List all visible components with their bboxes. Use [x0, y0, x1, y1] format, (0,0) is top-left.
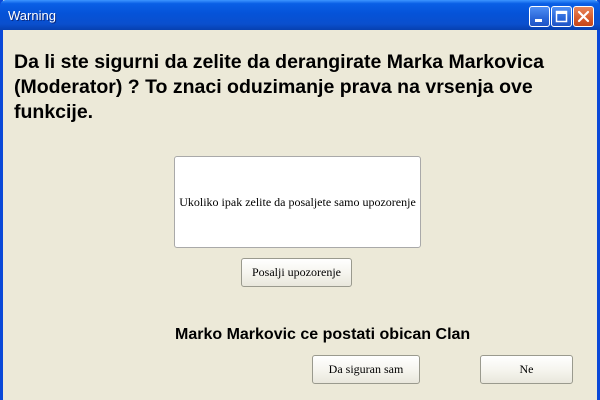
status-text: Marko Markovic ce postati obican Clan: [175, 326, 471, 343]
maximize-icon: [555, 10, 568, 23]
close-button[interactable]: [573, 6, 594, 27]
window-title: Warning: [8, 8, 56, 23]
minimize-icon: [535, 19, 542, 22]
warning-window: Warning Da li ste sigurni da zelite da d…: [0, 0, 600, 400]
minimize-button[interactable]: [529, 6, 550, 27]
close-icon: [577, 10, 590, 23]
title-bar[interactable]: Warning: [0, 0, 600, 30]
warning-message: Da li ste sigurni da zelite da derangira…: [14, 51, 544, 123]
warning-note-text: Ukoliko ipak zelite da posaljete samo up…: [179, 194, 416, 209]
cancel-button[interactable]: Ne: [480, 355, 573, 384]
send-warning-button[interactable]: Posalji upozorenje: [241, 258, 352, 287]
maximize-button[interactable]: [551, 6, 572, 27]
confirm-button[interactable]: Da siguran sam: [312, 355, 420, 384]
warning-note-box: Ukoliko ipak zelite da posaljete samo up…: [174, 156, 421, 248]
